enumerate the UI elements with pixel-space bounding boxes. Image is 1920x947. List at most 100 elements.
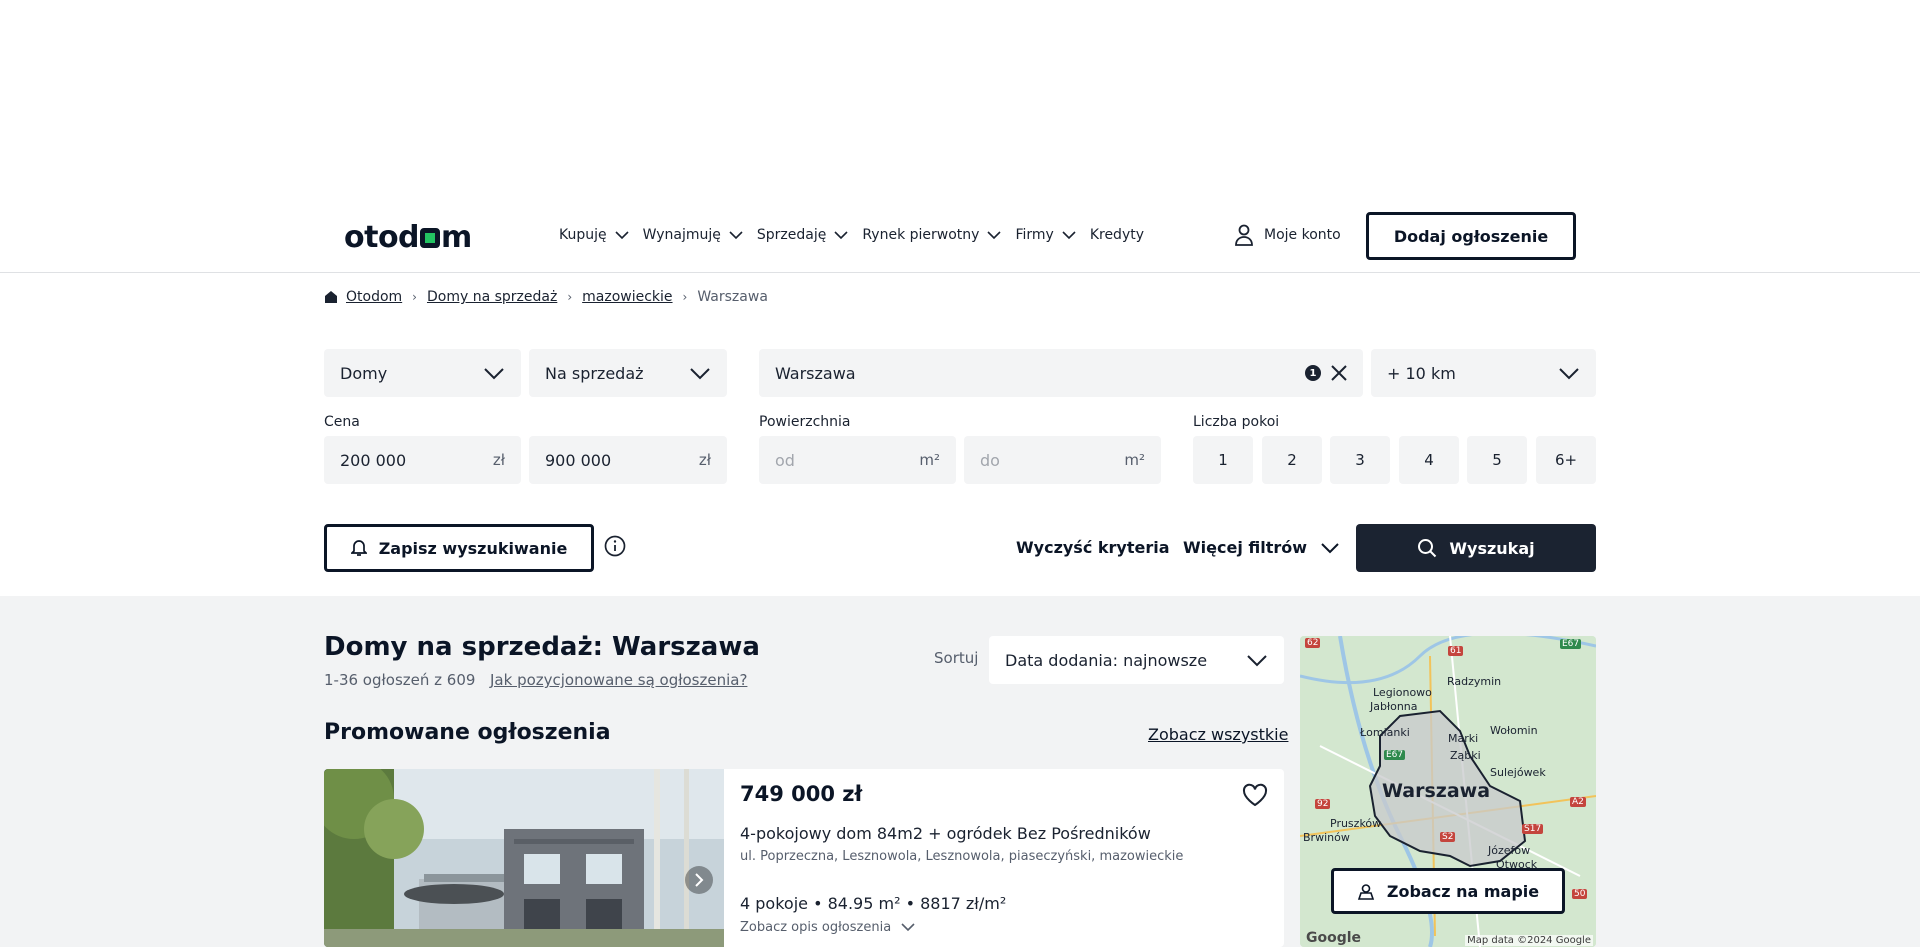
location-input[interactable]: Warszawa 1	[759, 349, 1363, 397]
map-label-sulejowek: Sulejówek	[1490, 766, 1546, 779]
price-from-unit: zł	[492, 451, 505, 469]
transaction-select[interactable]: Na sprzedaż	[529, 349, 727, 397]
account-link[interactable]: Moje konto	[1234, 224, 1341, 246]
next-photo-button[interactable]	[685, 866, 713, 894]
info-icon[interactable]	[604, 535, 626, 557]
show-description-toggle[interactable]: Zobacz opis ogłoszenia	[740, 920, 915, 935]
chevron-down-icon	[615, 230, 629, 239]
map-credit: Map data ©2024 Google	[1465, 935, 1593, 946]
sort-select[interactable]: Data dodania: najnowsze	[989, 636, 1284, 684]
chevron-down-icon	[834, 230, 848, 239]
room-option-1[interactable]: 1	[1193, 436, 1253, 484]
location-count-badge: 1	[1305, 365, 1321, 381]
show-on-map-button[interactable]: Zobacz na mapie	[1331, 868, 1565, 914]
map-label-zabki: Ząbki	[1450, 749, 1481, 762]
nav-firmy[interactable]: Firmy	[1015, 227, 1076, 243]
sort-label: Sortuj	[934, 649, 979, 667]
site-header: otod m Kupuję Wynajmuję Sprzedaję Rynek p…	[0, 200, 1920, 273]
price-from-input[interactable]: 200 000 zł	[324, 436, 521, 484]
nav-kupuje[interactable]: Kupuję	[559, 227, 629, 243]
chevron-down-icon	[484, 368, 504, 380]
show-description-label: Zobacz opis ogłoszenia	[740, 920, 892, 935]
home-icon	[325, 291, 337, 303]
nav-wynajmuje[interactable]: Wynajmuję	[643, 227, 743, 243]
radius-select[interactable]: + 10 km	[1371, 349, 1596, 397]
more-filters-toggle[interactable]: Więcej filtrów	[1183, 538, 1339, 557]
breadcrumb-warszawa: Warszawa	[697, 289, 768, 305]
breadcrumb: Otodom › Domy na sprzedaż › mazowieckie …	[324, 289, 768, 305]
listing-address: ul. Poprzeczna, Lesznowola, Lesznowola, …	[740, 849, 1184, 864]
save-search-label: Zapisz wyszukiwanie	[378, 538, 568, 558]
listing-photo[interactable]	[324, 769, 724, 947]
price-label: Cena	[324, 414, 360, 430]
area-to-input[interactable]: do m²	[964, 436, 1161, 484]
add-listing-button[interactable]: Dodaj ogłoszenie	[1366, 212, 1576, 260]
search-button[interactable]: Wyszukaj	[1356, 524, 1596, 572]
nav-label: Wynajmuję	[642, 227, 721, 243]
room-option-6-plus[interactable]: 6+	[1536, 436, 1596, 484]
results-count: 1-36 ogłoszeń z 609	[324, 671, 476, 689]
nav-kredyty[interactable]: Kredyty	[1090, 227, 1144, 243]
map-label-jablonna: Jabłonna	[1370, 700, 1418, 713]
rooms-label: Liczba pokoi	[1193, 414, 1280, 430]
area-to-unit: m²	[1124, 451, 1145, 469]
property-type-select[interactable]: Domy	[324, 349, 521, 397]
location-value: Warszawa	[775, 363, 856, 383]
nav-label: Kupuję	[559, 227, 607, 243]
results-title: Domy na sprzedaż: Warszawa	[324, 632, 760, 662]
room-option-3[interactable]: 3	[1330, 436, 1390, 484]
area-from-input[interactable]: od m²	[759, 436, 956, 484]
sort-value: Data dodania: najnowsze	[1005, 650, 1208, 670]
otodom-logo[interactable]: otod m	[344, 220, 472, 255]
main-nav: Kupuję Wynajmuję Sprzedaję Rynek pierwot…	[559, 227, 1158, 243]
listing-card[interactable]: 749 000 zł 4-pokojowy dom 84m2 + ogródek…	[324, 769, 1284, 947]
map-label-warszawa: Warszawa	[1382, 780, 1491, 802]
price-to-value: 900 000	[545, 450, 612, 470]
room-option-4[interactable]: 4	[1399, 436, 1459, 484]
map-label-wolomin: Wołomin	[1490, 724, 1538, 737]
chevron-down-icon	[690, 368, 710, 380]
road-label-61: 61	[1448, 646, 1464, 656]
breadcrumb-mazowieckie[interactable]: mazowieckie	[582, 289, 672, 305]
house-photo-image	[324, 769, 724, 947]
chevron-down-icon	[1247, 655, 1267, 667]
breadcrumb-otodom[interactable]: Otodom	[346, 289, 402, 305]
nav-label: Firmy	[1015, 227, 1054, 243]
property-type-value: Domy	[340, 363, 388, 383]
breadcrumb-separator-icon: ›	[682, 290, 688, 304]
listing-title[interactable]: 4-pokojowy dom 84m2 + ogródek Bez Pośred…	[740, 824, 1151, 843]
save-search-button[interactable]: Zapisz wyszukiwanie	[324, 524, 594, 572]
road-label-92: 92	[1315, 799, 1331, 809]
positioning-info-link[interactable]: Jak pozycjonowane są ogłoszenia?	[490, 671, 747, 689]
map-preview[interactable]: Radzymin Legionowo Jabłonna Łomianki Mar…	[1300, 636, 1596, 947]
see-all-link[interactable]: Zobacz wszystkie	[1148, 725, 1288, 744]
room-option-5[interactable]: 5	[1467, 436, 1527, 484]
radius-value: + 10 km	[1387, 363, 1456, 383]
price-to-input[interactable]: 900 000 zł	[529, 436, 727, 484]
account-label: Moje konto	[1264, 227, 1341, 243]
search-label: Wyszukaj	[1449, 538, 1535, 558]
listing-price: 749 000 zł	[740, 782, 863, 806]
bell-icon	[350, 540, 367, 556]
chevron-down-icon	[1062, 230, 1076, 239]
nav-sprzedaje[interactable]: Sprzedaję	[757, 227, 848, 243]
map-pin-icon	[1357, 884, 1374, 900]
heart-icon[interactable]	[1242, 783, 1268, 807]
transaction-value: Na sprzedaż	[545, 363, 644, 383]
map-label-marki: Marki	[1448, 732, 1479, 745]
price-from-value: 200 000	[340, 450, 407, 470]
nav-label: Rynek pierwotny	[862, 227, 980, 243]
road-label-e67-north: E67	[1560, 639, 1582, 649]
clear-criteria-link[interactable]: Wyczyść kryteria	[1016, 538, 1170, 557]
map-label-pruszkow: Pruszków	[1330, 817, 1382, 830]
road-label-a2: A2	[1570, 797, 1586, 807]
map-label-radzymin: Radzymin	[1447, 675, 1502, 688]
map-label-brwinow: Brwinów	[1303, 831, 1350, 844]
promoted-listings-title: Promowane ogłoszenia	[324, 720, 611, 745]
close-icon[interactable]	[1329, 363, 1349, 383]
area-from-unit: m²	[919, 451, 940, 469]
room-option-2[interactable]: 2	[1262, 436, 1322, 484]
breadcrumb-separator-icon: ›	[412, 290, 417, 304]
nav-rynek-pierwotny[interactable]: Rynek pierwotny	[862, 227, 1002, 243]
breadcrumb-domy-na-sprzedaz[interactable]: Domy na sprzedaż	[427, 289, 557, 305]
